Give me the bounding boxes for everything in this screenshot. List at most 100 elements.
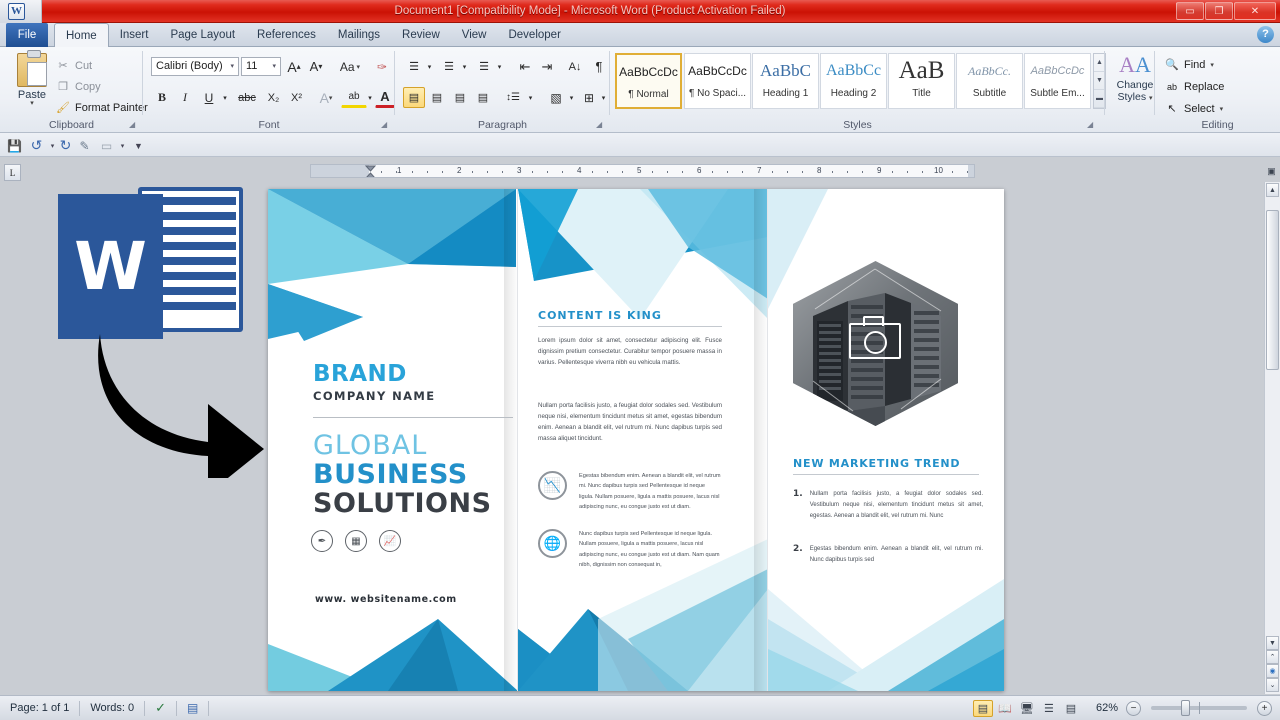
clear-formatting-button[interactable]: ✑ xyxy=(371,56,393,77)
zoom-in-button[interactable]: + xyxy=(1257,701,1272,716)
tab-file[interactable]: File xyxy=(6,23,48,47)
italic-button[interactable]: I xyxy=(174,87,196,108)
highlight-button[interactable]: ab xyxy=(341,87,367,108)
tab-home[interactable]: Home xyxy=(54,23,109,48)
word-count[interactable]: Words: 0 xyxy=(80,702,144,714)
minimize-button[interactable]: ▭ xyxy=(1176,2,1204,20)
select-caret-icon[interactable]: ▾ xyxy=(1220,105,1224,113)
clipboard-dialog-launcher[interactable]: ◢ xyxy=(129,120,139,130)
increase-indent-button[interactable]: ⇥ xyxy=(536,56,558,77)
grow-font-button[interactable]: A▴ xyxy=(283,56,305,77)
style-item-subtle-emphasis[interactable]: AaBbCcDc Subtle Em... xyxy=(1024,53,1091,109)
underline-caret-icon[interactable]: ▾ xyxy=(219,87,231,108)
tab-view[interactable]: View xyxy=(451,23,498,47)
font-dialog-launcher[interactable]: ◢ xyxy=(381,120,391,130)
cut-button[interactable]: ✂ Cut xyxy=(56,59,92,73)
align-left-button[interactable]: ▤ xyxy=(403,87,425,108)
font-size-caret-icon[interactable]: ▾ xyxy=(272,62,276,70)
proofing-errors-icon[interactable]: ✓ xyxy=(145,700,176,716)
paste-button[interactable]: Paste ▾ xyxy=(10,53,54,107)
align-center-button[interactable]: ▤ xyxy=(426,87,448,108)
replace-button[interactable]: ab Replace xyxy=(1165,80,1224,94)
style-item-title[interactable]: AaB Title xyxy=(888,53,955,109)
find-button[interactable]: 🔍 Find ▾ xyxy=(1165,58,1214,72)
scroll-up-button[interactable]: ▲ xyxy=(1266,183,1279,197)
style-item-normal[interactable]: AaBbCcDc ¶ Normal xyxy=(615,53,682,109)
zoom-out-button[interactable]: − xyxy=(1126,701,1141,716)
blank-button[interactable]: ▭ xyxy=(98,137,115,154)
subscript-button[interactable]: X₂ xyxy=(262,87,285,108)
change-styles-button[interactable]: AA Change Styles ▾ xyxy=(1110,51,1160,105)
scrollbar-thumb[interactable] xyxy=(1266,210,1279,370)
font-color-button[interactable]: A xyxy=(375,87,395,108)
align-right-button[interactable]: ▤ xyxy=(449,87,471,108)
save-button[interactable]: 💾 xyxy=(6,137,23,154)
document-canvas[interactable]: BRAND COMPANY NAME GLOBAL BUSINESS SOLUT… xyxy=(0,182,1280,694)
select-button[interactable]: ↖ Select ▾ xyxy=(1165,102,1223,116)
line-spacing-button[interactable]: ↕☰ xyxy=(500,87,526,108)
text-effects-button[interactable]: A▾ xyxy=(315,87,337,108)
restore-button[interactable]: ❐ xyxy=(1205,2,1233,20)
close-button[interactable]: ✕ xyxy=(1234,2,1276,20)
font-size-input[interactable]: 11 ▾ xyxy=(241,57,281,76)
tab-mailings[interactable]: Mailings xyxy=(327,23,391,47)
help-icon[interactable]: ? xyxy=(1257,26,1274,43)
language-icon[interactable]: ▤ xyxy=(177,701,208,715)
tab-insert[interactable]: Insert xyxy=(109,23,160,47)
change-case-button[interactable]: Aa ▾ xyxy=(333,56,367,77)
numbering-button[interactable]: ☰ xyxy=(438,56,460,77)
justify-button[interactable]: ▤ xyxy=(472,87,494,108)
paste-dropdown-caret[interactable]: ▾ xyxy=(10,101,54,107)
scroll-down-button[interactable]: ▼ xyxy=(1266,636,1279,650)
style-item-no-spacing[interactable]: AaBbCcDc ¶ No Spaci... xyxy=(684,53,751,109)
multilevel-caret-icon[interactable]: ▾ xyxy=(494,56,505,77)
zoom-slider[interactable] xyxy=(1151,706,1247,710)
undo-button[interactable]: ↺ xyxy=(28,137,45,154)
shrink-font-button[interactable]: A▾ xyxy=(305,56,327,77)
line-spacing-caret-icon[interactable]: ▾ xyxy=(525,87,536,108)
multilevel-list-button[interactable]: ☰ xyxy=(473,56,495,77)
view-outline-button[interactable]: ☰ xyxy=(1039,700,1059,717)
font-name-input[interactable]: Calibri (Body) ▾ xyxy=(151,57,239,76)
copy-button[interactable]: ❐ Copy xyxy=(56,80,101,94)
previous-page-button[interactable]: ⌃ xyxy=(1266,650,1279,664)
format-painter-button[interactable]: 🖌 Format Painter xyxy=(56,101,148,115)
strikethrough-button[interactable]: abc xyxy=(233,87,261,108)
customize-qat-icon[interactable]: ▼ xyxy=(130,137,147,154)
sort-button[interactable]: A↓ xyxy=(563,56,587,77)
page-indicator[interactable]: Page: 1 of 1 xyxy=(0,702,79,714)
tab-references[interactable]: References xyxy=(246,23,327,47)
underline-button[interactable]: U xyxy=(197,87,221,108)
view-print-layout-button[interactable]: ▤ xyxy=(973,700,993,717)
decrease-indent-button[interactable]: ⇤ xyxy=(514,56,536,77)
tab-page-layout[interactable]: Page Layout xyxy=(159,23,246,47)
view-web-layout-button[interactable]: 🖥 xyxy=(1017,700,1037,717)
highlight-caret-icon[interactable]: ▾ xyxy=(365,87,375,108)
tab-selector[interactable]: L xyxy=(4,164,21,181)
bullets-button[interactable]: ☰ xyxy=(403,56,425,77)
tab-review[interactable]: Review xyxy=(391,23,451,47)
indent-markers-icon[interactable] xyxy=(364,165,378,178)
styles-dialog-launcher[interactable]: ◢ xyxy=(1087,120,1097,130)
shading-caret-icon[interactable]: ▾ xyxy=(566,87,577,108)
view-full-screen-reading-button[interactable]: 📖 xyxy=(995,700,1015,717)
tab-developer[interactable]: Developer xyxy=(497,23,571,47)
ruler-toggle-icon[interactable]: ▣ xyxy=(1265,166,1278,179)
style-item-heading-2[interactable]: AaBbCc Heading 2 xyxy=(820,53,887,109)
show-formatting-marks-button[interactable]: ¶ xyxy=(589,56,609,77)
redo-button[interactable]: ↻ xyxy=(57,137,74,154)
document-page[interactable]: BRAND COMPANY NAME GLOBAL BUSINESS SOLUT… xyxy=(268,189,1004,691)
borders-button[interactable]: ⊞ xyxy=(578,87,600,108)
style-item-subtitle[interactable]: AaBbCc. Subtitle xyxy=(956,53,1023,109)
next-page-button[interactable]: ⌄ xyxy=(1266,678,1279,692)
style-item-heading-1[interactable]: AaBbC Heading 1 xyxy=(752,53,819,109)
paragraph-dialog-launcher[interactable]: ◢ xyxy=(596,120,606,130)
borders-caret-icon[interactable]: ▾ xyxy=(598,87,609,108)
numbering-caret-icon[interactable]: ▾ xyxy=(459,56,470,77)
view-draft-button[interactable]: ▤ xyxy=(1061,700,1081,717)
superscript-button[interactable]: X² xyxy=(285,87,308,108)
font-name-caret-icon[interactable]: ▾ xyxy=(230,62,234,70)
horizontal-ruler[interactable]: 1 2 3 4 5 6 7 8 9 10 xyxy=(310,164,975,178)
blank-caret-icon[interactable]: ▾ xyxy=(114,137,131,154)
bold-button[interactable]: B xyxy=(151,87,173,108)
